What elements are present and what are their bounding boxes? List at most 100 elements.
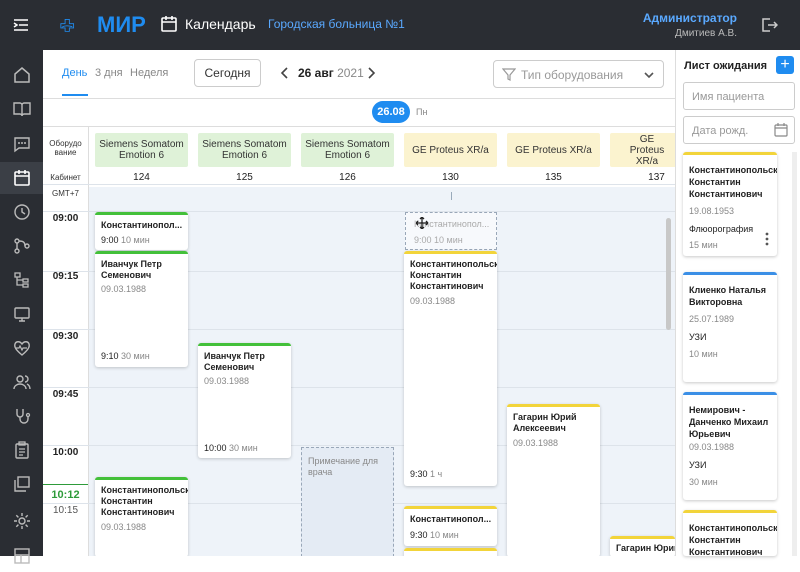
- appointment-time: 9:30 10 мин: [410, 530, 459, 540]
- appointment-card[interactable]: Иванчук Петр Семенович 09.03.1988 9:10 3…: [95, 251, 188, 367]
- column-equipment[interactable]: Siemens Somatom Emotion 6: [301, 133, 394, 167]
- weekday-label: Пн: [416, 107, 428, 117]
- patient-name: Константинопол...: [101, 220, 183, 230]
- layers-icon: [13, 476, 30, 492]
- day-header: 26.08 Пн: [43, 98, 675, 126]
- appointment-card[interactable]: Константинопольский Константин Константи…: [404, 251, 497, 486]
- tab-3-days[interactable]: 3 дня: [95, 67, 123, 79]
- appointment-card[interactable]: Константинопол... 9:00 10 мин: [95, 212, 188, 250]
- appointment-card[interactable]: Константинопол... 9:30 10 мин: [404, 506, 497, 546]
- date-year: 2021: [337, 66, 364, 80]
- patient-name: Немирович - Данченко Михаил Юрьевич: [689, 405, 769, 439]
- chevron-down-icon: [644, 72, 654, 79]
- time-value: 9:00: [101, 235, 119, 245]
- logo-icon: [60, 19, 75, 32]
- patient-name: Иванчук Петр Семенович: [101, 259, 162, 280]
- duration-value: 10 мин: [121, 235, 150, 245]
- user-role[interactable]: Администратор: [643, 11, 737, 25]
- nav-extra[interactable]: [0, 540, 43, 572]
- dragging-appointment-ghost[interactable]: Константинопол... 9:00 10 мин: [405, 212, 497, 250]
- home-icon: [13, 67, 30, 83]
- column-room: 126: [339, 172, 356, 183]
- nav-settings[interactable]: [0, 505, 43, 537]
- calendar-icon: [161, 16, 177, 32]
- time-label: 10:15: [52, 505, 79, 516]
- status-bar: [683, 272, 777, 275]
- time-label: 09:45: [52, 389, 79, 400]
- waiting-card[interactable]: Клиенко Наталья Викторовна 25.07.1989 УЗ…: [683, 272, 777, 382]
- column-equipment[interactable]: Siemens Somatom Emotion 6: [198, 133, 291, 167]
- nav-messages[interactable]: [0, 128, 43, 160]
- tab-day[interactable]: День: [62, 67, 87, 79]
- more-vertical-icon[interactable]: [765, 232, 769, 246]
- hospital-link[interactable]: Городская больница №1: [268, 17, 405, 31]
- column-equipment[interactable]: Siemens Somatom Emotion 6: [95, 133, 188, 167]
- duration-value: 10 мин: [430, 530, 459, 540]
- drop-marker: [451, 192, 452, 200]
- waiting-card[interactable]: Константинопольский Константин Константи…: [683, 510, 777, 556]
- appointment-card[interactable]: Гагарин Юрий Алексеевич: [610, 536, 675, 556]
- exam-type: УЗИ: [689, 460, 707, 470]
- appointment-card[interactable]: [404, 548, 497, 556]
- patient-name-input[interactable]: Имя пациента: [683, 82, 795, 110]
- calendar-toolbar: День 3 дня Неделя Сегодня 26 авг 2021 Ти…: [43, 50, 675, 98]
- patient-name: Гагарин Юрий Алексеевич: [513, 412, 577, 433]
- clock-icon: [13, 204, 30, 220]
- date-day-month: 26 авг: [298, 66, 334, 80]
- duration-value: 30 мин: [229, 443, 258, 453]
- nav-book[interactable]: [0, 93, 43, 125]
- appointment-card[interactable]: Иванчук Петр Семенович 09.03.1988 10:00 …: [198, 343, 291, 458]
- timezone-label: GMT+7: [52, 189, 79, 198]
- nav-clipboard[interactable]: [0, 434, 43, 466]
- today-button[interactable]: Сегодня: [194, 59, 261, 87]
- nav-monitor[interactable]: [0, 298, 43, 330]
- time-label: 09:15: [52, 271, 79, 282]
- equipment-header: Оборудо вание: [49, 139, 82, 157]
- appointment-card[interactable]: Гагарин Юрий Алексеевич 09.03.1988: [507, 404, 600, 556]
- dob-input[interactable]: Дата рожд.: [683, 116, 795, 144]
- chevron-right-icon[interactable]: [365, 66, 377, 80]
- waiting-list-scrollbar[interactable]: [792, 152, 797, 556]
- patient-dob: 09.03.1988: [204, 376, 250, 386]
- status-bar: [507, 404, 600, 407]
- nav-routes[interactable]: [0, 230, 43, 262]
- add-waiting-button[interactable]: +: [776, 56, 794, 74]
- duration-value: 10 мин: [434, 235, 463, 245]
- nav-history[interactable]: [0, 196, 43, 228]
- heart-pulse-icon: [13, 341, 30, 356]
- patient-dob: 09.03.1988: [101, 284, 147, 294]
- date-badge[interactable]: 26.08: [372, 101, 410, 123]
- time-gutter-divider: [88, 127, 89, 556]
- column-equipment[interactable]: GE Proteus XR/a: [507, 133, 600, 167]
- grid-scrollbar[interactable]: [666, 218, 671, 330]
- logout-icon[interactable]: [760, 16, 778, 34]
- column-room: 125: [236, 172, 253, 183]
- nav-calendar[interactable]: [0, 162, 43, 194]
- time-label: 09:00: [52, 213, 79, 224]
- appointment-time: 9:10 30 мин: [101, 351, 150, 361]
- grid-icon: [13, 548, 30, 564]
- nav-home[interactable]: [0, 59, 43, 91]
- nav-users[interactable]: [0, 366, 43, 398]
- appointment-card[interactable]: Константинопольский Константин Константи…: [95, 477, 188, 556]
- doctor-note-slot[interactable]: Примечание для врача: [301, 447, 394, 556]
- column-equipment[interactable]: GE Proteus XR/a: [404, 133, 497, 167]
- status-bar: [95, 477, 188, 480]
- column-equipment[interactable]: GE Proteus XR/a: [610, 133, 675, 167]
- nav-structure[interactable]: [0, 264, 43, 296]
- appointment-time: 9:30 1 ч: [410, 469, 442, 479]
- nav-gallery[interactable]: [0, 468, 43, 500]
- menu-collapse-icon[interactable]: [12, 16, 30, 34]
- nav-health[interactable]: [0, 332, 43, 364]
- waiting-list-title: Лист ожидания: [684, 60, 768, 72]
- equipment-type-select[interactable]: Тип оборудования: [493, 60, 664, 88]
- waiting-card[interactable]: Немирович - Данченко Михаил Юрьевич 09.0…: [683, 392, 777, 500]
- stethoscope-icon: [15, 409, 30, 424]
- chevron-left-icon[interactable]: [279, 66, 291, 80]
- tab-week[interactable]: Неделя: [130, 67, 168, 79]
- waiting-card[interactable]: Константинопольский Константин Константи…: [683, 152, 777, 256]
- patient-name: Константинопол...: [410, 514, 492, 524]
- calendar-icon[interactable]: [774, 123, 788, 137]
- nav-doctors[interactable]: [0, 400, 43, 432]
- status-bar: [95, 212, 188, 215]
